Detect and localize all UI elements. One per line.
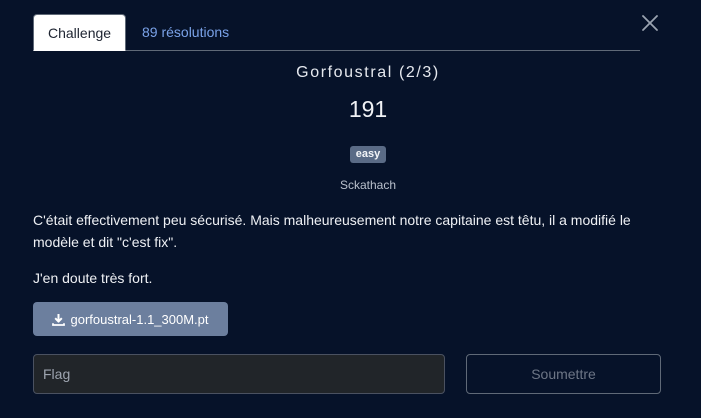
difficulty-badge-container: easy — [0, 144, 701, 163]
challenge-author: Sckathach — [339, 178, 397, 192]
challenge-title: Gorfoustral (2/3) — [296, 64, 440, 81]
tab-challenge[interactable]: Challenge — [33, 14, 127, 51]
tab-solves[interactable]: 89 résolutions — [128, 14, 243, 50]
tab-bar: Challenge 89 résolutions — [33, 14, 640, 51]
challenge-description-note: J'en doute très fort. — [33, 270, 153, 286]
download-icon — [52, 313, 66, 326]
challenge-points: 191 — [348, 96, 388, 122]
file-download-label: gorfoustral-1.1_300M.pt — [70, 311, 209, 327]
difficulty-badge: easy — [349, 146, 387, 163]
flag-input[interactable] — [33, 354, 445, 394]
file-download-button[interactable]: gorfoustral-1.1_300M.pt — [33, 302, 228, 336]
challenge-modal: Challenge 89 résolutions Gorfoustral (2/… — [0, 0, 701, 418]
challenge-description: C'était effectivement peu sécurisé. Mais… — [33, 212, 631, 250]
close-icon — [642, 15, 658, 31]
close-button[interactable] — [640, 13, 660, 33]
submit-button[interactable]: Soumettre — [466, 354, 661, 394]
